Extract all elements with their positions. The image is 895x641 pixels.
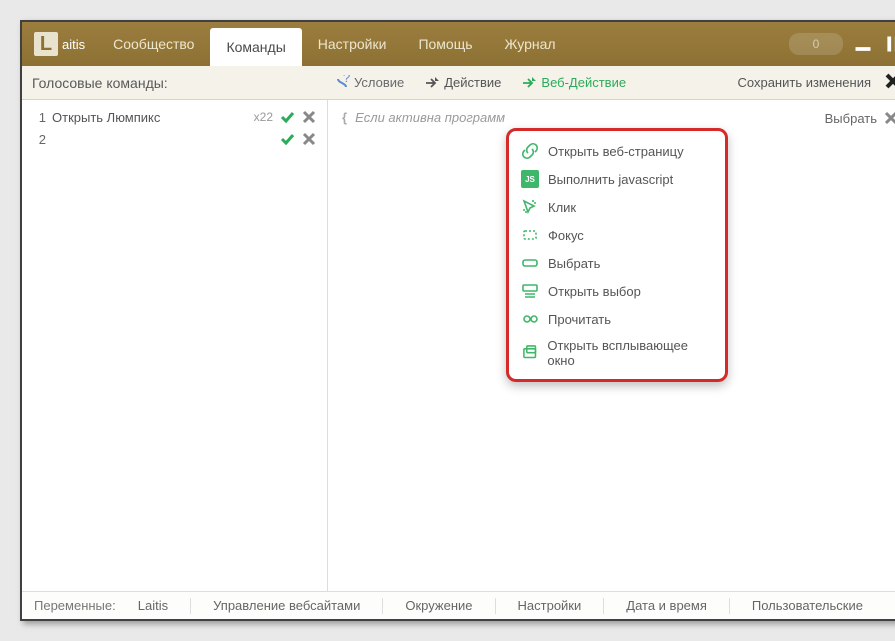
cursor-icon	[521, 198, 539, 216]
tab-журнал[interactable]: Журнал	[489, 22, 572, 66]
action-button[interactable]: Действие	[416, 72, 509, 94]
condition-button[interactable]: ? Условие	[326, 72, 412, 94]
menu-item-label: Выполнить javascript	[548, 172, 673, 187]
tab-сообщество[interactable]: Сообщество	[97, 22, 210, 66]
popup-icon	[521, 344, 538, 362]
save-button[interactable]: Сохранить изменения	[732, 75, 872, 90]
close-button[interactable]	[883, 71, 895, 94]
menu-item-label: Прочитать	[548, 312, 611, 327]
command-row[interactable]: 2	[28, 128, 321, 150]
menu-item[interactable]: Клик	[511, 193, 723, 221]
tab-помощь[interactable]: Помощь	[402, 22, 488, 66]
condition-icon: ?	[334, 75, 350, 91]
close-icon[interactable]	[883, 110, 895, 126]
svg-text:?: ?	[343, 75, 350, 85]
main-body: 1 Открыть Люмпикс x22 2 { Если активна прог…	[22, 100, 895, 591]
choose-label: Выбрать	[825, 111, 877, 126]
menu-item-label: Открыть веб-страницу	[548, 144, 684, 159]
command-list: 1 Открыть Люмпикс x22 2	[22, 100, 328, 591]
select-icon	[521, 254, 539, 272]
row-number: 2	[32, 132, 46, 147]
link-icon	[521, 142, 539, 160]
save-label: Сохранить изменения	[738, 75, 872, 90]
menu-item[interactable]: Открыть всплывающее окно	[511, 333, 723, 373]
check-icon[interactable]	[279, 131, 295, 147]
check-icon[interactable]	[279, 109, 295, 125]
status-label: Переменные:	[34, 598, 116, 613]
status-item[interactable]: Дата и время	[612, 598, 721, 613]
web-action-menu: Открыть веб-страницу JS Выполнить javascri…	[506, 128, 728, 382]
tab-команды[interactable]: Команды	[210, 28, 301, 66]
status-bar: Переменные: Laitis Управление вебсайтами Ок…	[22, 591, 895, 619]
menu-item[interactable]: Открыть выбор	[511, 277, 723, 305]
remove-icon[interactable]	[301, 131, 317, 147]
status-item[interactable]: Laitis	[124, 598, 182, 613]
action-label: Действие	[444, 75, 501, 90]
menu-item[interactable]: Выбрать	[511, 249, 723, 277]
status-item[interactable]: Настройки	[504, 598, 596, 613]
remove-icon[interactable]	[301, 109, 317, 125]
focus-icon	[521, 226, 539, 244]
app-name: aitis	[62, 37, 85, 52]
action-icon	[424, 75, 440, 91]
logo-mark-icon: L	[34, 32, 58, 56]
app-window: L aitis СообществоКомандыНастройкиПомощь…	[20, 20, 895, 621]
title-bar: L aitis СообществоКомандыНастройкиПомощь…	[22, 22, 895, 66]
voice-commands-title: Голосовые команды:	[32, 75, 322, 91]
read-icon	[521, 310, 539, 328]
status-item[interactable]: Окружение	[391, 598, 486, 613]
menu-item[interactable]: JS Выполнить javascript	[511, 165, 723, 193]
pause-button[interactable]	[883, 34, 895, 54]
command-row[interactable]: 1 Открыть Люмпикс x22	[28, 106, 321, 128]
tab-настройки[interactable]: Настройки	[302, 22, 403, 66]
menu-item-label: Открыть всплывающее окно	[547, 338, 713, 368]
js-icon: JS	[521, 170, 539, 188]
app-logo: L aitis	[22, 22, 97, 66]
toolbar: Голосовые команды: ? Условие Действие Ве…	[22, 66, 895, 100]
status-item[interactable]: Управление вебсайтами	[199, 598, 374, 613]
brace-icon: {	[342, 110, 347, 125]
condition-label: Условие	[354, 75, 404, 90]
condition-line[interactable]: { Если активна программ	[342, 110, 895, 125]
menu-item-label: Выбрать	[548, 256, 600, 271]
menu-item-label: Открыть выбор	[548, 284, 641, 299]
menu-item-label: Фокус	[548, 228, 584, 243]
menu-item[interactable]: Фокус	[511, 221, 723, 249]
choose-control[interactable]: Выбрать	[825, 110, 895, 126]
menu-item[interactable]: Прочитать	[511, 305, 723, 333]
menu-item-label: Клик	[548, 200, 576, 215]
openselect-icon	[521, 282, 539, 300]
minimize-button[interactable]	[853, 34, 873, 54]
row-label: Открыть Люмпикс	[52, 110, 248, 125]
counter-pill: 0	[789, 33, 843, 55]
row-number: 1	[32, 110, 46, 125]
main-tabs: СообществоКомандыНастройкиПомощьЖурнал	[97, 22, 571, 66]
web-action-button[interactable]: Веб-Действие	[513, 72, 634, 94]
web-action-label: Веб-Действие	[541, 75, 626, 90]
row-count: x22	[254, 110, 273, 124]
status-item[interactable]: Пользовательские	[738, 598, 877, 613]
titlebar-right: 0	[789, 22, 895, 66]
web-action-icon	[521, 75, 537, 91]
condition-placeholder: Если активна программ	[355, 110, 505, 125]
menu-item[interactable]: Открыть веб-страницу	[511, 137, 723, 165]
